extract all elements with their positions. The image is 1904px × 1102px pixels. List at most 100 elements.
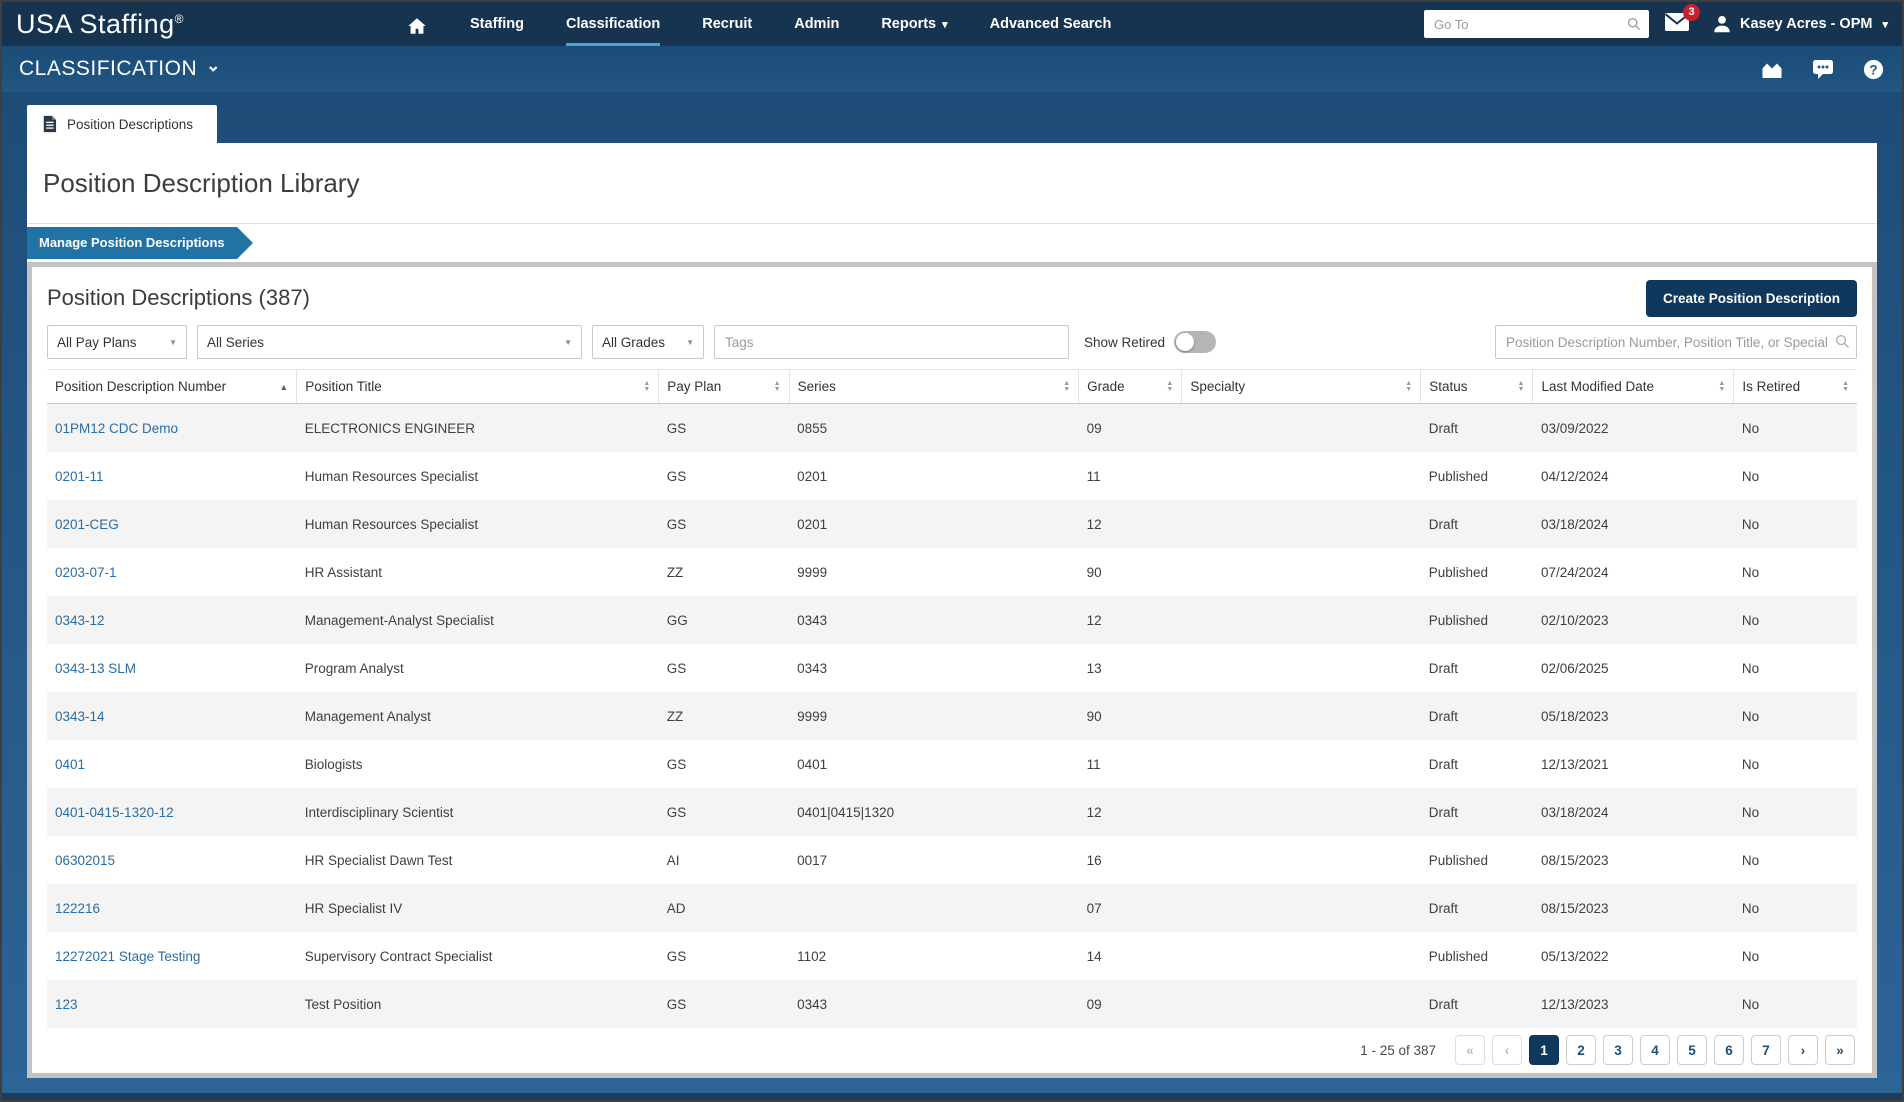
feedback-chat-icon[interactable] <box>1811 58 1835 80</box>
cell-series: 0201 <box>789 500 1079 548</box>
nav-item-staffing[interactable]: Staffing <box>470 2 524 46</box>
user-menu[interactable]: Kasey Acres - OPM ▾ <box>1711 13 1888 35</box>
cell-is-retired: No <box>1734 836 1857 884</box>
cell-position-title: Interdisciplinary Scientist <box>297 788 659 836</box>
column-header-last-modified-date[interactable]: Last Modified Date▲▼ <box>1533 370 1734 404</box>
page-button-4[interactable]: 4 <box>1640 1035 1670 1065</box>
ribbon-band: Manage Position Descriptions <box>27 223 1877 262</box>
table-row: 01PM12 CDC DemoELECTRONICS ENGINEERGS085… <box>47 404 1857 453</box>
toggle-knob <box>1176 333 1194 351</box>
cell-specialty <box>1182 692 1421 740</box>
position-descriptions-table: Position Description Number▲Position Tit… <box>47 369 1857 1028</box>
page-button-3[interactable]: 3 <box>1603 1035 1633 1065</box>
next-page-button[interactable]: › <box>1788 1035 1818 1065</box>
page-button-2[interactable]: 2 <box>1566 1035 1596 1065</box>
cell-specialty <box>1182 644 1421 692</box>
position-description-link[interactable]: 06302015 <box>55 853 115 868</box>
cell-position-title: Program Analyst <box>297 644 659 692</box>
page-button-6[interactable]: 6 <box>1714 1035 1744 1065</box>
show-retired-toggle[interactable] <box>1174 331 1216 353</box>
position-description-link[interactable]: 0201-CEG <box>55 517 119 532</box>
pay-plans-filter[interactable]: All Pay Plans ▼ <box>47 325 187 359</box>
position-description-link[interactable]: 0401-0415-1320-12 <box>55 805 174 820</box>
cell-is-retired: No <box>1734 404 1857 453</box>
goto-input[interactable] <box>1424 10 1649 38</box>
app-window: USA Staffing® StaffingClassificationRecr… <box>0 0 1904 1102</box>
grades-filter[interactable]: All Grades ▼ <box>592 325 704 359</box>
column-header-pay-plan[interactable]: Pay Plan▲▼ <box>659 370 789 404</box>
position-description-link[interactable]: 123 <box>55 997 78 1012</box>
cell-last-modified-date: 02/10/2023 <box>1533 596 1734 644</box>
cell-position-description-number: 01PM12 CDC Demo <box>47 404 297 453</box>
top-nav-right: 3 Kasey Acres - OPM ▾ <box>1424 10 1888 38</box>
page-button-1[interactable]: 1 <box>1529 1035 1559 1065</box>
cell-is-retired: No <box>1734 980 1857 1028</box>
position-description-link[interactable]: 0343-13 SLM <box>55 661 136 676</box>
cell-is-retired: No <box>1734 596 1857 644</box>
tab-position-descriptions[interactable]: Position Descriptions <box>27 105 217 143</box>
position-description-link[interactable]: 12272021 Stage Testing <box>55 949 200 964</box>
tab-label: Position Descriptions <box>67 117 193 132</box>
first-page-button: « <box>1455 1035 1485 1065</box>
sort-icon: ▲▼ <box>774 381 781 393</box>
position-description-link[interactable]: 122216 <box>55 901 100 916</box>
position-description-link[interactable]: 0401 <box>55 757 85 772</box>
nav-item-reports[interactable]: Reports▾ <box>881 2 947 46</box>
pd-search-input[interactable] <box>1495 325 1857 359</box>
column-header-content: Series▲▼ <box>798 379 1071 394</box>
column-header-content: Grade▲▼ <box>1087 379 1173 394</box>
sort-down-arrow: ▼ <box>1842 387 1849 393</box>
sort-down-arrow: ▼ <box>1166 387 1173 393</box>
position-description-link[interactable]: 0201-11 <box>55 469 104 484</box>
page-button-5[interactable]: 5 <box>1677 1035 1707 1065</box>
position-description-link[interactable]: 01PM12 CDC Demo <box>55 421 178 436</box>
announcements-icon[interactable] <box>1760 58 1784 80</box>
position-description-link[interactable]: 0343-14 <box>55 709 105 724</box>
column-header-grade[interactable]: Grade▲▼ <box>1079 370 1182 404</box>
pagination: «‹1234567›» <box>1455 1035 1855 1065</box>
column-header-position-title[interactable]: Position Title▲▼ <box>297 370 659 404</box>
nav-item-advanced-search[interactable]: Advanced Search <box>990 2 1112 46</box>
last-page-button[interactable]: » <box>1825 1035 1855 1065</box>
home-icon[interactable] <box>406 2 428 46</box>
cell-status: Draft <box>1421 788 1533 836</box>
position-description-link[interactable]: 0343-12 <box>55 613 105 628</box>
tags-input[interactable] <box>714 325 1069 359</box>
column-header-specialty[interactable]: Specialty▲▼ <box>1182 370 1421 404</box>
cell-pay-plan: ZZ <box>659 548 789 596</box>
filter-bar: All Pay Plans ▼ All Series ▼ All Grades … <box>47 325 1857 359</box>
position-description-link[interactable]: 0203-07-1 <box>55 565 117 580</box>
search-icon[interactable] <box>1834 333 1851 355</box>
page-button-7[interactable]: 7 <box>1751 1035 1781 1065</box>
cell-last-modified-date: 05/13/2022 <box>1533 932 1734 980</box>
section-title-menu[interactable]: CLASSIFICATION ⌄ <box>19 57 221 81</box>
cell-pay-plan: GS <box>659 452 789 500</box>
table-header-row: Position Description Number▲Position Tit… <box>47 370 1857 404</box>
help-icon[interactable]: ? <box>1862 58 1885 81</box>
user-name: Kasey Acres - OPM <box>1740 16 1872 32</box>
cell-position-title: Test Position <box>297 980 659 1028</box>
column-header-is-retired[interactable]: Is Retired▲▼ <box>1734 370 1857 404</box>
nav-item-recruit[interactable]: Recruit <box>702 2 752 46</box>
messages-icon[interactable]: 3 <box>1664 12 1690 37</box>
column-header-position-description-number[interactable]: Position Description Number▲ <box>47 370 297 404</box>
series-filter[interactable]: All Series ▼ <box>197 325 582 359</box>
cell-specialty <box>1182 596 1421 644</box>
column-header-status[interactable]: Status▲▼ <box>1421 370 1533 404</box>
nav-item-classification[interactable]: Classification <box>566 2 660 46</box>
cell-status: Published <box>1421 596 1533 644</box>
cell-status: Published <box>1421 836 1533 884</box>
table-row: 0201-11Human Resources SpecialistGS02011… <box>47 452 1857 500</box>
column-header-series[interactable]: Series▲▼ <box>789 370 1079 404</box>
sort-ascending-icon: ▲ <box>279 382 288 392</box>
create-position-description-button[interactable]: Create Position Description <box>1646 280 1857 317</box>
manage-position-descriptions-ribbon[interactable]: Manage Position Descriptions <box>27 227 237 259</box>
cell-grade: 12 <box>1079 596 1182 644</box>
nav-item-admin[interactable]: Admin <box>794 2 839 46</box>
column-header-content: Last Modified Date▲▼ <box>1541 379 1725 394</box>
show-retired-label: Show Retired <box>1084 335 1165 350</box>
previous-page-button: ‹ <box>1492 1035 1522 1065</box>
cell-position-description-number: 0343-12 <box>47 596 297 644</box>
search-icon[interactable] <box>1626 16 1642 37</box>
cell-series: 0343 <box>789 980 1079 1028</box>
